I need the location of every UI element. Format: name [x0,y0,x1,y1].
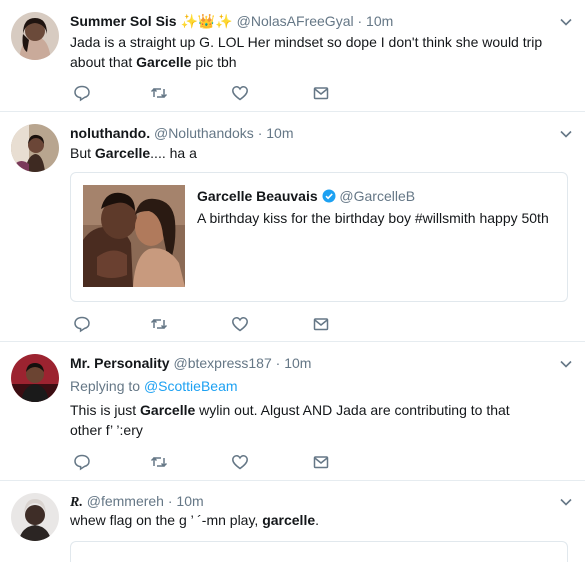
tweet-header: R. @femmereh · 10m [70,492,204,512]
like-icon[interactable] [230,83,250,103]
quoted-text: A birthday kiss for the birthday boy #wi… [197,210,549,226]
replying-to: Replying to @ScottieBeam [70,376,570,396]
message-icon[interactable] [311,83,331,103]
tweet-4[interactable]: R. @femmereh · 10m whew flag on the g ’ … [0,481,585,562]
user-name[interactable]: Summer Sol Sis [70,13,177,29]
message-icon[interactable] [311,452,331,472]
retweet-icon[interactable] [149,314,169,334]
separator-dot: · [275,355,281,371]
like-icon[interactable] [230,314,250,334]
timestamp[interactable]: 10m [176,493,203,509]
reply-icon[interactable] [72,314,92,334]
text-part: whew flag on the g ’ ´-mn play, [70,512,263,528]
tweet-3[interactable]: Mr. Personality @btexpress187 · 10m Repl… [0,342,585,481]
tweet-text: whew flag on the g ’ ´-mn play, garcelle… [70,510,570,530]
like-icon[interactable] [230,452,250,472]
quoted-media[interactable] [83,185,185,287]
quoted-user-name[interactable]: Garcelle Beauvais [197,188,318,204]
avatar[interactable] [11,493,59,541]
text-part: This is just [70,402,141,418]
reply-icon[interactable] [72,83,92,103]
tweet-header: noluthando. @Noluthandoks · 10m [70,124,294,142]
separator-dot: · [357,13,363,29]
text-part: But [70,145,95,161]
separator-dot: · [257,125,263,141]
retweet-icon[interactable] [149,452,169,472]
highlight-text: Garcelle [140,402,196,418]
replying-label: Replying to [70,378,144,394]
retweet-icon[interactable] [149,83,169,103]
tweet-actions [70,83,350,103]
chevron-down-icon[interactable] [559,127,573,141]
tweet-text: Jada is a straight up G. LOL Her mindset… [70,32,570,72]
tweet-actions [70,314,350,334]
user-handle[interactable]: @NolasAFreeGyal [237,13,354,29]
avatar[interactable] [11,354,59,402]
verified-icon [322,189,336,203]
timestamp[interactable]: 10m [284,355,311,371]
user-name[interactable]: Mr. Personality [70,355,170,371]
timestamp[interactable]: 10m [266,125,293,141]
user-handle[interactable]: @btexpress187 [173,355,271,371]
tweet-actions [70,452,350,472]
highlight-text: Garcelle [136,54,192,70]
tweet-2[interactable]: noluthando. @Noluthandoks · 10m But Garc… [0,112,585,342]
reply-icon[interactable] [72,452,92,472]
tweet-1[interactable]: Summer Sol Sis ✨👑✨ @NolasAFreeGyal · 10m… [0,0,585,112]
user-handle[interactable]: @Noluthandoks [154,125,254,141]
tweet-header: Summer Sol Sis ✨👑✨ @NolasAFreeGyal · 10m [70,12,393,30]
quoted-header: Garcelle Beauvais @GarcelleB [197,187,415,205]
text-part: pic tbh [191,54,237,70]
user-name[interactable]: noluthando. [70,125,150,141]
avatar[interactable] [11,124,59,172]
quoted-user-handle[interactable]: @GarcelleB [339,188,415,204]
user-name[interactable]: R. [70,495,83,510]
name-emoji: ✨👑✨ [180,13,233,29]
highlight-text: garcelle [262,512,316,528]
replying-handle-link[interactable]: @ScottieBeam [144,378,238,394]
highlight-text: Garcelle [94,145,151,161]
user-handle[interactable]: @femmereh [87,493,164,509]
quoted-tweet[interactable]: Garcelle Beauvais @GarcelleB A birthday … [70,172,568,302]
separator-dot: · [167,493,173,509]
chevron-down-icon[interactable] [559,357,573,371]
tweet-text: But Garcelle.... ha a [70,143,570,163]
avatar[interactable] [11,12,59,60]
text-part: .... ha a [150,145,197,161]
text-part: . [315,512,320,528]
tweet-text: This is just Garcelle wylin out. Algust … [70,400,530,440]
message-icon[interactable] [311,314,331,334]
chevron-down-icon[interactable] [559,495,573,509]
tweet-header: Mr. Personality @btexpress187 · 10m [70,354,311,372]
chevron-down-icon[interactable] [559,15,573,29]
timestamp[interactable]: 10m [366,13,393,29]
